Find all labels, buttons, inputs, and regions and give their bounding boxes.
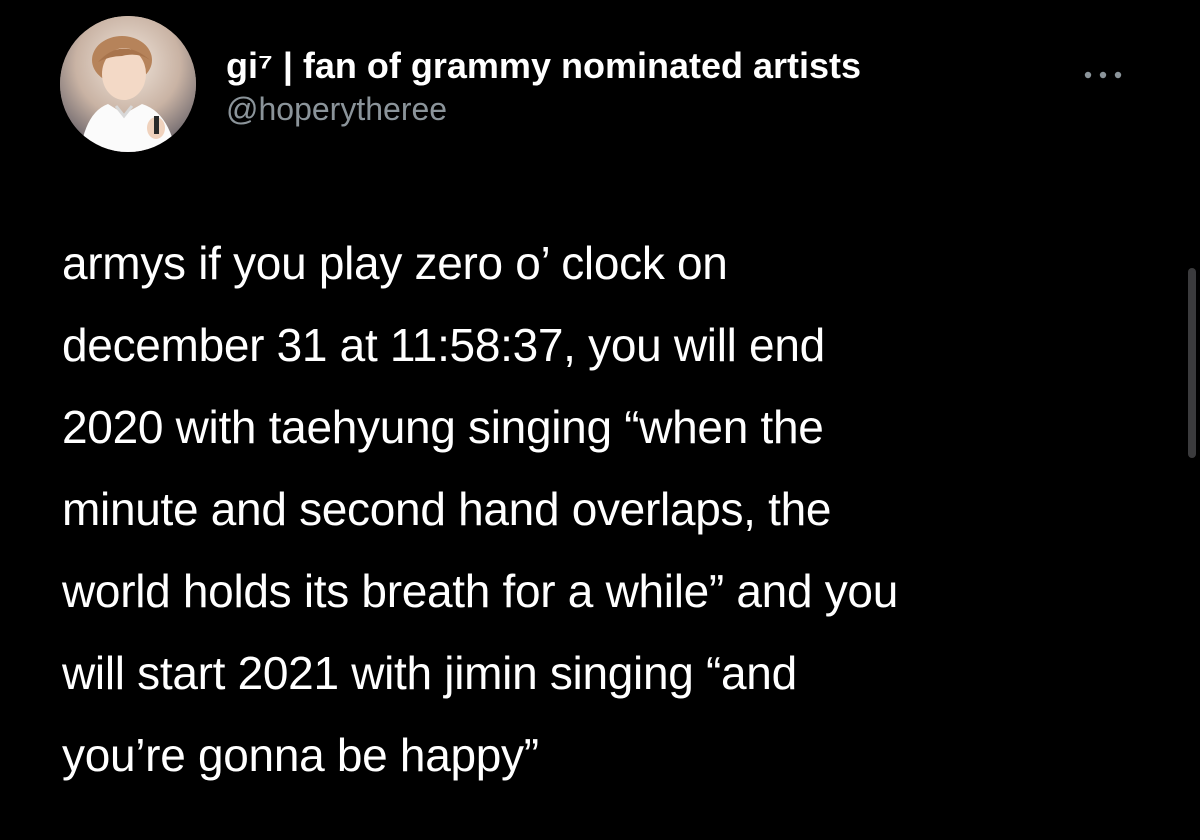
author-display-name[interactable]: gi⁷ | fan of grammy nominated artists <box>226 44 861 88</box>
author-info: gi⁷ | fan of grammy nominated artists @h… <box>226 44 861 130</box>
scrollbar[interactable] <box>1188 268 1196 458</box>
ellipsis-icon <box>1084 71 1122 79</box>
tweet-page: gi⁷ | fan of grammy nominated artists @h… <box>0 0 1200 840</box>
author-handle[interactable]: @hoperytheree <box>226 88 861 130</box>
profile-photo-icon <box>60 16 196 152</box>
author-avatar[interactable] <box>60 16 196 152</box>
tweet-header: gi⁷ | fan of grammy nominated artists @h… <box>60 16 1130 156</box>
tweet-text: armys if you play zero o’ clock on decem… <box>62 237 898 781</box>
more-options-button[interactable] <box>1076 60 1130 90</box>
